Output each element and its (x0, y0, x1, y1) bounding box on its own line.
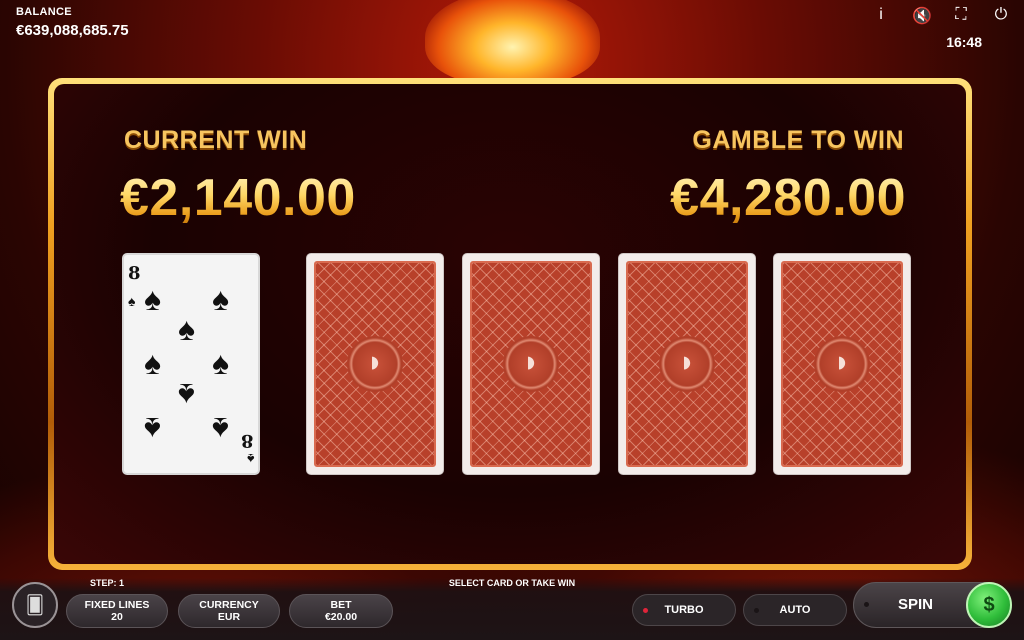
power-icon[interactable]: ⏻ (992, 6, 1010, 26)
face-down-card-3[interactable]: ◗ (618, 253, 756, 475)
auto-label: AUTO (779, 604, 811, 616)
currency-display: CURRENCY EUR (178, 594, 280, 628)
auto-indicator-dot (754, 608, 759, 613)
gamble-cards-button[interactable]: 🂠 (12, 582, 58, 628)
turbo-label: TURBO (664, 604, 704, 616)
spade-icon: ♠ (128, 293, 136, 309)
spade-icon: ♠ (178, 311, 195, 347)
gamble-panel: CURRENT WIN €2,140.00 GAMBLE TO WIN €4,2… (54, 84, 966, 564)
face-down-card-1[interactable]: ◗ (306, 253, 444, 475)
current-win-label: CURRENT WIN (124, 126, 308, 154)
fixed-lines-label: FIXED LINES (84, 599, 150, 611)
fixed-lines-display: FIXED LINES 20 (66, 594, 168, 628)
spade-icon: ♠ (212, 411, 229, 447)
current-win-value: €2,140.00 (120, 169, 356, 227)
fire-emblem (425, 0, 600, 85)
clock: 16:48 (946, 34, 982, 50)
spade-icon: ♠ (144, 411, 161, 447)
collect-win-button[interactable]: $ (966, 582, 1012, 628)
spade-icon: ♠ (246, 451, 254, 467)
balance-value: €639,088,685.75 (16, 22, 129, 39)
bet-selector[interactable]: BET €20.00 (289, 594, 393, 628)
card-back-emblem-icon: ◗ (814, 336, 870, 392)
bet-label: BET (330, 599, 352, 611)
spade-icon: ♠ (212, 345, 229, 381)
fullscreen-icon[interactable]: ⛶ (952, 6, 970, 26)
turbo-indicator-dot (643, 608, 648, 613)
spade-icon: ♠ (144, 281, 161, 317)
bet-value: €20.00 (324, 611, 358, 623)
fixed-lines-value: 20 (111, 611, 123, 623)
turbo-button[interactable]: TURBO (632, 594, 736, 626)
currency-value: EUR (217, 611, 241, 623)
info-icon[interactable]: i (872, 6, 890, 26)
gamble-to-win-label: GAMBLE TO WIN (692, 126, 904, 154)
gamble-panel-frame: CURRENT WIN €2,140.00 GAMBLE TO WIN €4,2… (48, 78, 972, 570)
money-icon: $ (983, 593, 995, 616)
face-down-card-2[interactable]: ◗ (462, 253, 600, 475)
spade-icon: ♠ (144, 345, 161, 381)
currency-label: CURRENCY (199, 599, 259, 611)
spade-icon: ♠ (212, 281, 229, 317)
spade-icon: ♠ (178, 377, 195, 413)
spin-indicator-dot (864, 602, 869, 607)
face-down-card-4[interactable]: ◗ (773, 253, 911, 475)
dealer-card: 8 ♠ ♠ ♠ ♠ ♠ ♠ ♠ ♠ ♠ ♠ 8 (122, 253, 260, 475)
gamble-to-win-value: €4,280.00 (670, 169, 906, 227)
card-rank-top: 8 (128, 263, 141, 284)
auto-button[interactable]: AUTO (743, 594, 847, 626)
card-back-emblem-icon: ◗ (659, 336, 715, 392)
cards-icon: 🂠 (25, 594, 45, 615)
card-back-emblem-icon: ◗ (503, 336, 559, 392)
spin-label: SPIN (898, 596, 934, 613)
sound-muted-icon[interactable]: 🔇 (912, 6, 932, 26)
balance-label: BALANCE (16, 6, 72, 18)
card-back-emblem-icon: ◗ (347, 336, 403, 392)
card-rank-bottom: 8 (241, 430, 254, 451)
top-icon-bar: i 🔇 ⛶ ⏻ (872, 6, 1010, 26)
